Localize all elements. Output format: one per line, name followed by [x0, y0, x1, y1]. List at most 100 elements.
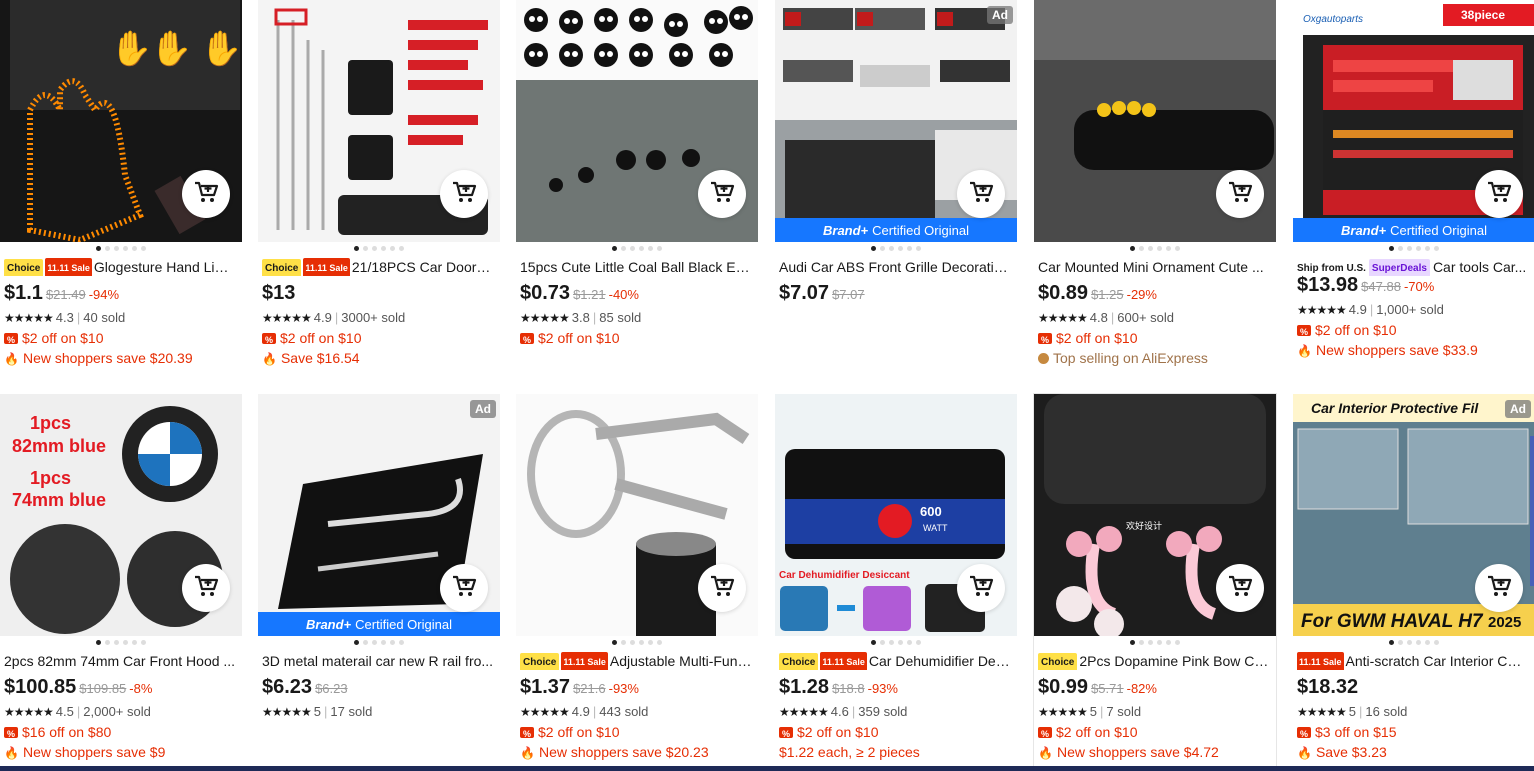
carousel-dot[interactable] — [621, 640, 626, 645]
product-title[interactable]: Choice 11.11 Sale 21/18PCS Car Door T... — [262, 258, 494, 276]
carousel-dot[interactable] — [880, 640, 885, 645]
product-card[interactable]: 15pcs Cute Little Coal Ball Black Elf...… — [516, 0, 758, 380]
carousel-dot[interactable] — [1130, 246, 1135, 251]
product-card[interactable]: Brand+ Certified Original Ad 3D metal mater… — [258, 394, 500, 771]
carousel-dot[interactable] — [639, 246, 644, 251]
product-title[interactable]: 2pcs 82mm 74mm Car Front Hood ... — [4, 652, 236, 670]
product-card[interactable]: Car Mounted Mini Ornament Cute ... $0.89 $… — [1034, 0, 1276, 380]
product-title[interactable]: 3D metal materail car new R rail fro... — [262, 652, 494, 670]
product-card[interactable]: 38piece Oxgautoparts Brand+ Certified Origi… — [1293, 0, 1534, 380]
carousel-dot[interactable] — [889, 640, 894, 645]
product-card[interactable]: 1pcs 82mm blue 1pcs 74mm blue 2pcs 82mm 74mm… — [0, 394, 242, 771]
product-image[interactable] — [1034, 0, 1276, 242]
product-title[interactable]: 11.11 Sale Anti-scratch Car Interior Cen.… — [1297, 652, 1529, 670]
carousel-dots[interactable] — [1034, 640, 1276, 646]
carousel-dot[interactable] — [354, 246, 359, 251]
carousel-dot[interactable] — [1416, 640, 1421, 645]
add-to-cart-button[interactable] — [698, 564, 746, 612]
product-image[interactable]: 38piece Oxgautoparts Brand+ Certified Origi… — [1293, 0, 1534, 242]
product-title[interactable]: Car Mounted Mini Ornament Cute ... — [1038, 258, 1270, 276]
carousel-dot[interactable] — [96, 246, 101, 251]
carousel-dot[interactable] — [372, 640, 377, 645]
carousel-dot[interactable] — [907, 640, 912, 645]
carousel-dot[interactable] — [880, 246, 885, 251]
carousel-dot[interactable] — [390, 246, 395, 251]
add-to-cart-button[interactable] — [698, 170, 746, 218]
product-title[interactable]: Choice 11.11 Sale Adjustable Multi-Func... — [520, 652, 752, 670]
carousel-dot[interactable] — [132, 246, 137, 251]
add-to-cart-button[interactable] — [957, 564, 1005, 612]
product-card[interactable]: Brand+ Certified Original Ad Audi Car ABS F… — [775, 0, 1017, 380]
carousel-dots[interactable] — [0, 246, 242, 252]
carousel-dot[interactable] — [1425, 640, 1430, 645]
carousel-dot[interactable] — [114, 246, 119, 251]
carousel-dot[interactable] — [1139, 246, 1144, 251]
product-image[interactable]: Brand+ Certified Original Ad — [775, 0, 1017, 242]
carousel-dot[interactable] — [1166, 246, 1171, 251]
product-image[interactable] — [516, 394, 758, 636]
carousel-dot[interactable] — [1407, 640, 1412, 645]
carousel-dots[interactable] — [516, 246, 758, 252]
carousel-dots[interactable] — [516, 640, 758, 646]
add-to-cart-button[interactable] — [182, 564, 230, 612]
carousel-dot[interactable] — [1398, 246, 1403, 251]
add-to-cart-button[interactable] — [957, 170, 1005, 218]
product-card[interactable]: 600 WATT Car Dehumidifier Desiccant Choice 1… — [775, 394, 1017, 771]
feedback-tab[interactable] — [1530, 436, 1534, 586]
product-card[interactable]: Car Interior Protective Fil For GWM HAVAL… — [1293, 394, 1534, 771]
carousel-dot[interactable] — [1148, 246, 1153, 251]
product-card[interactable]: 欢好设计 Choice 2Pcs Dopamine Pink Bow Ca... $0… — [1034, 394, 1276, 771]
add-to-cart-button[interactable] — [440, 170, 488, 218]
carousel-dots[interactable] — [1034, 246, 1276, 252]
carousel-dot[interactable] — [1416, 246, 1421, 251]
product-card[interactable]: Choice 11.11 Sale Adjustable Multi-Func...… — [516, 394, 758, 771]
carousel-dots[interactable] — [775, 640, 1017, 646]
carousel-dot[interactable] — [1407, 246, 1412, 251]
add-to-cart-button[interactable] — [1216, 564, 1264, 612]
product-image[interactable]: ✋ ✋ ✋ — [0, 0, 242, 242]
product-card[interactable]: Choice 11.11 Sale 21/18PCS Car Door T... $1… — [258, 0, 500, 380]
carousel-dot[interactable] — [1434, 640, 1439, 645]
carousel-dot[interactable] — [399, 246, 404, 251]
carousel-dot[interactable] — [1157, 246, 1162, 251]
carousel-dot[interactable] — [1425, 246, 1430, 251]
add-to-cart-button[interactable] — [182, 170, 230, 218]
carousel-dot[interactable] — [381, 246, 386, 251]
carousel-dot[interactable] — [372, 246, 377, 251]
carousel-dot[interactable] — [612, 246, 617, 251]
carousel-dot[interactable] — [1389, 246, 1394, 251]
product-image[interactable]: 1pcs 82mm blue 1pcs 74mm blue — [0, 394, 242, 636]
carousel-dot[interactable] — [1157, 640, 1162, 645]
product-title[interactable]: Choice 11.11 Sale Car Dehumidifier Desi... — [779, 652, 1011, 670]
carousel-dot[interactable] — [657, 640, 662, 645]
carousel-dot[interactable] — [898, 246, 903, 251]
carousel-dot[interactable] — [96, 640, 101, 645]
carousel-dots[interactable] — [258, 246, 500, 252]
carousel-dot[interactable] — [141, 246, 146, 251]
add-to-cart-button[interactable] — [1216, 170, 1264, 218]
product-image[interactable] — [516, 0, 758, 242]
carousel-dot[interactable] — [105, 640, 110, 645]
carousel-dot[interactable] — [639, 640, 644, 645]
carousel-dots[interactable] — [1293, 640, 1534, 646]
carousel-dot[interactable] — [105, 246, 110, 251]
carousel-dot[interactable] — [1389, 640, 1394, 645]
product-card[interactable]: ✋ ✋ ✋ Choice 11.11 Sale Glogesture Hand Ligh.… — [0, 0, 242, 380]
carousel-dot[interactable] — [123, 640, 128, 645]
carousel-dot[interactable] — [1398, 640, 1403, 645]
carousel-dot[interactable] — [916, 246, 921, 251]
carousel-dot[interactable] — [1434, 246, 1439, 251]
product-image[interactable] — [258, 0, 500, 242]
carousel-dot[interactable] — [889, 246, 894, 251]
carousel-dots[interactable] — [775, 246, 1017, 252]
carousel-dot[interactable] — [1175, 640, 1180, 645]
carousel-dots[interactable] — [1293, 246, 1534, 252]
add-to-cart-button[interactable] — [1475, 170, 1523, 218]
carousel-dot[interactable] — [123, 246, 128, 251]
carousel-dot[interactable] — [381, 640, 386, 645]
carousel-dot[interactable] — [1148, 640, 1153, 645]
carousel-dot[interactable] — [363, 640, 368, 645]
product-image[interactable]: Brand+ Certified Original Ad — [258, 394, 500, 636]
carousel-dot[interactable] — [390, 640, 395, 645]
carousel-dot[interactable] — [399, 640, 404, 645]
